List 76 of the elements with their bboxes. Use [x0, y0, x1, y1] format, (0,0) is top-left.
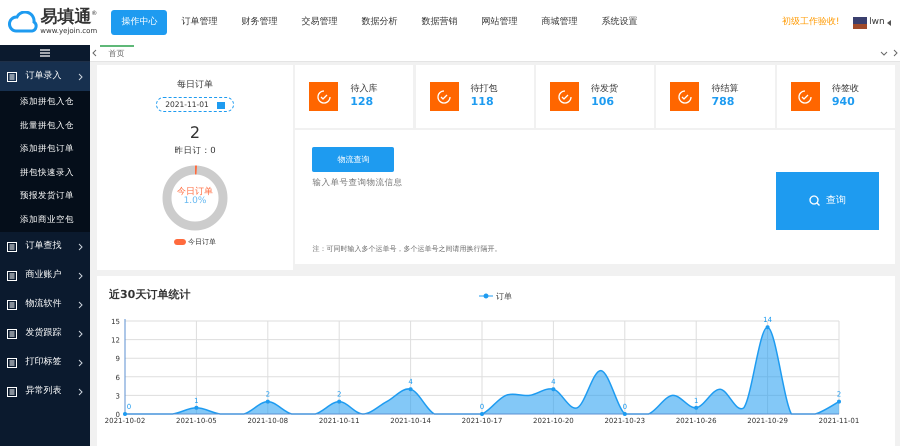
logo-text: 易填通	[40, 8, 92, 26]
sidebar-subitem[interactable]: 拼包快速录入	[0, 162, 90, 185]
data-point	[766, 325, 770, 330]
sidebar-item[interactable]: 商业账户	[0, 261, 90, 290]
card-title: 每日订单	[177, 79, 213, 92]
nav-tab[interactable]: 商城管理	[531, 10, 588, 36]
stat-value: 118	[470, 95, 495, 110]
data-point	[194, 406, 198, 410]
list-icon	[7, 270, 17, 280]
chart-title: 近30天订单统计	[109, 288, 190, 301]
donut-percent: 1.0%	[182, 198, 208, 208]
list-icon	[7, 72, 17, 82]
data-point	[551, 387, 556, 392]
stat-value: 940	[832, 95, 856, 110]
user-name[interactable]: lwn	[869, 16, 885, 30]
chevron-right-icon	[78, 358, 83, 366]
chevron-right-icon[interactable]	[892, 49, 898, 57]
stat-value: 106	[591, 95, 616, 110]
chevron-right-icon	[78, 272, 83, 280]
nav-tab[interactable]: 交易管理	[291, 10, 348, 36]
sidebar-item[interactable]: 打印标签	[0, 348, 90, 377]
chevron-down-icon[interactable]	[880, 50, 888, 56]
sidebar-item[interactable]: 订单查找	[0, 232, 90, 261]
list-icon	[7, 386, 17, 396]
data-point	[337, 400, 342, 404]
order-count: 2	[190, 122, 200, 144]
legend-icon	[174, 239, 186, 246]
legend-label: 订单	[496, 292, 512, 301]
data-point	[837, 400, 841, 404]
sidebar-item[interactable]: 异常列表	[0, 377, 90, 406]
list-icon	[7, 358, 17, 368]
donut-chart	[160, 162, 230, 232]
menu-icon[interactable]	[40, 49, 50, 57]
chevron-right-icon	[78, 242, 83, 250]
sidebar-item[interactable]: 发货跟踪	[0, 319, 90, 348]
calendar-icon	[216, 100, 225, 109]
data-point	[694, 406, 698, 410]
list-icon	[7, 242, 17, 252]
yesterday-count: 昨日订：0	[174, 145, 216, 158]
sidebar-item[interactable]: 物流软件	[0, 290, 90, 319]
nav-tab[interactable]: 数据营销	[411, 10, 468, 36]
sidebar-subitem[interactable]: 预报发货订单	[0, 185, 90, 208]
sidebar-item[interactable]: 订单录入	[0, 62, 90, 91]
chevron-right-icon	[78, 300, 83, 308]
data-point	[408, 387, 413, 392]
data-point	[622, 412, 627, 416]
data-point	[266, 400, 270, 404]
data-point	[480, 412, 484, 416]
stat-label: 待发货	[591, 84, 618, 96]
nav-tab[interactable]: 数据分析	[351, 10, 408, 36]
chevron-left-icon[interactable]	[92, 49, 98, 57]
nav-tab[interactable]: 财务管理	[231, 10, 288, 36]
stat-value: 788	[711, 95, 736, 110]
sidebar-subitem[interactable]: 添加拼包订单	[0, 138, 90, 162]
stat-label: 待结算	[711, 84, 738, 96]
stat-label: 待入库	[350, 84, 378, 96]
nav-tab[interactable]: 订单管理	[171, 10, 228, 36]
sidebar-subitem[interactable]: 批量拼包入仓	[0, 114, 90, 138]
donut-label: 今日订单	[177, 188, 213, 197]
sidebar-subitem[interactable]: 添加商业空包	[0, 208, 90, 232]
nav-tab[interactable]: 网站管理	[471, 10, 528, 36]
cloud-logo-icon	[8, 10, 38, 34]
list-icon	[7, 300, 17, 310]
nav-tab[interactable]: 系统设置	[591, 10, 648, 36]
stat-value: 128	[350, 95, 374, 110]
chevron-right-icon	[78, 330, 83, 338]
chevron-right-icon	[78, 72, 83, 80]
data-point	[123, 412, 127, 416]
avatar-icon	[852, 16, 867, 28]
stat-label: 待打包	[470, 84, 498, 96]
search-icon	[809, 195, 820, 206]
sidebar-subitem[interactable]: 添加拼包入仓	[0, 91, 90, 114]
stat-label: 待签收	[832, 84, 859, 96]
chevron-right-icon	[78, 388, 83, 396]
caret-icon	[887, 20, 892, 26]
list-icon	[7, 328, 17, 338]
